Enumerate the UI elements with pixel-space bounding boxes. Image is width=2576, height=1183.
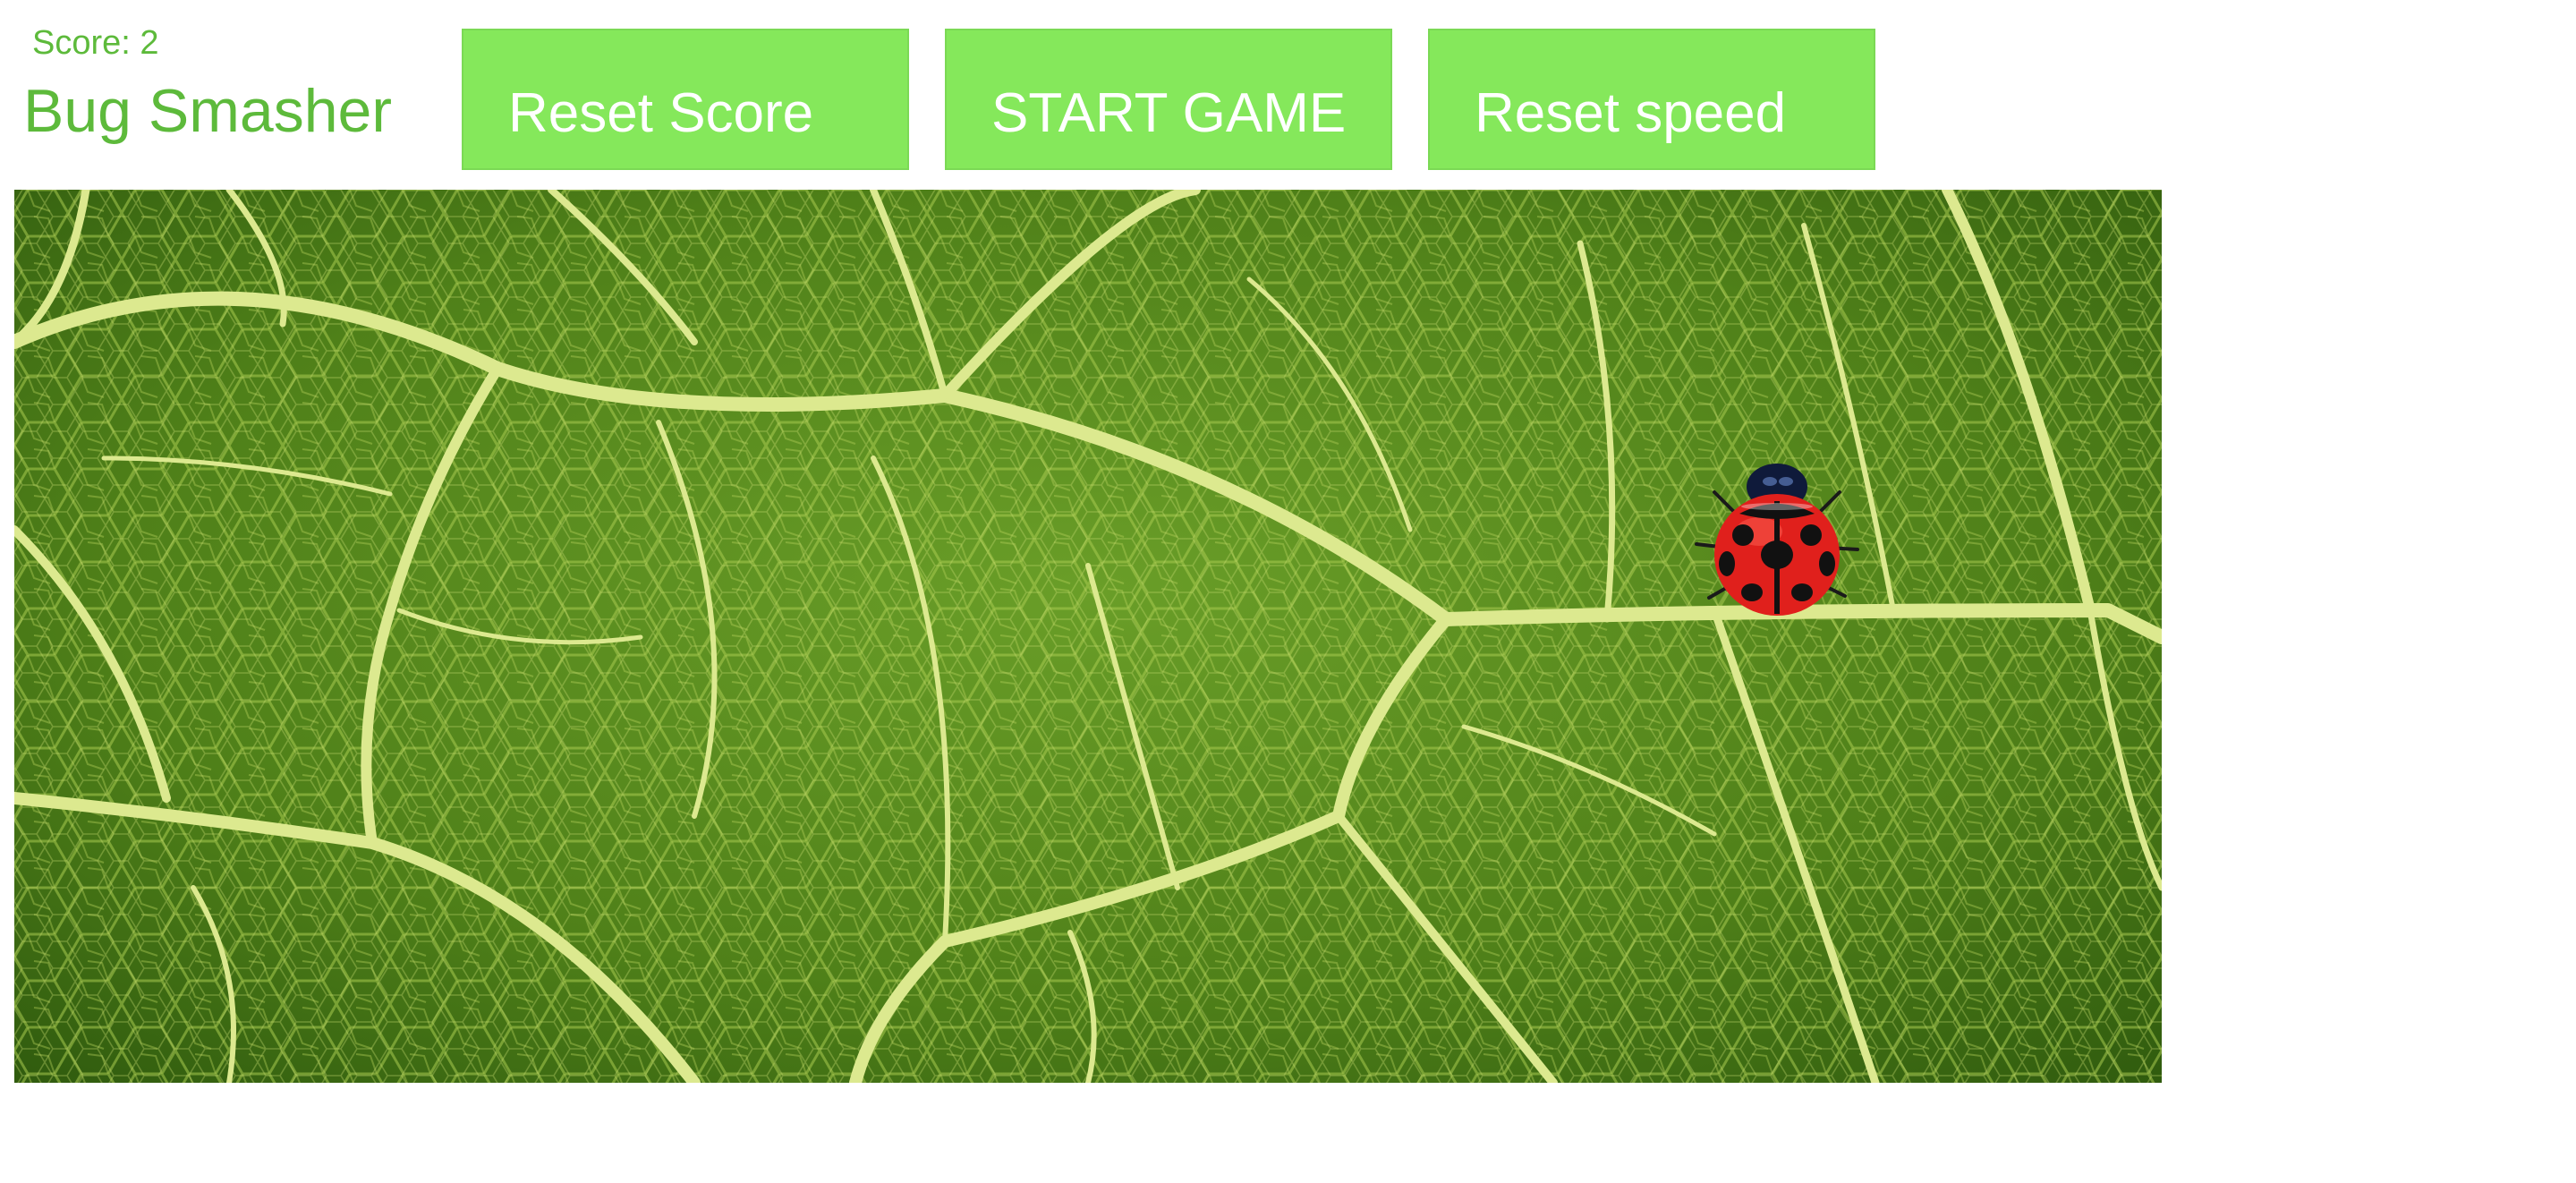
reset-score-button[interactable]: Reset Score [462, 29, 909, 170]
game-title: Bug Smasher [23, 77, 392, 145]
start-game-button[interactable]: START GAME [945, 29, 1392, 170]
header: Score: 2 Bug Smasher Reset Score START G… [0, 0, 2576, 183]
ladybug-icon[interactable] [1688, 449, 1866, 637]
game-board[interactable] [14, 190, 2162, 1083]
score-display: Score: 2 [32, 24, 159, 62]
reset-speed-button[interactable]: Reset speed [1428, 29, 1875, 170]
